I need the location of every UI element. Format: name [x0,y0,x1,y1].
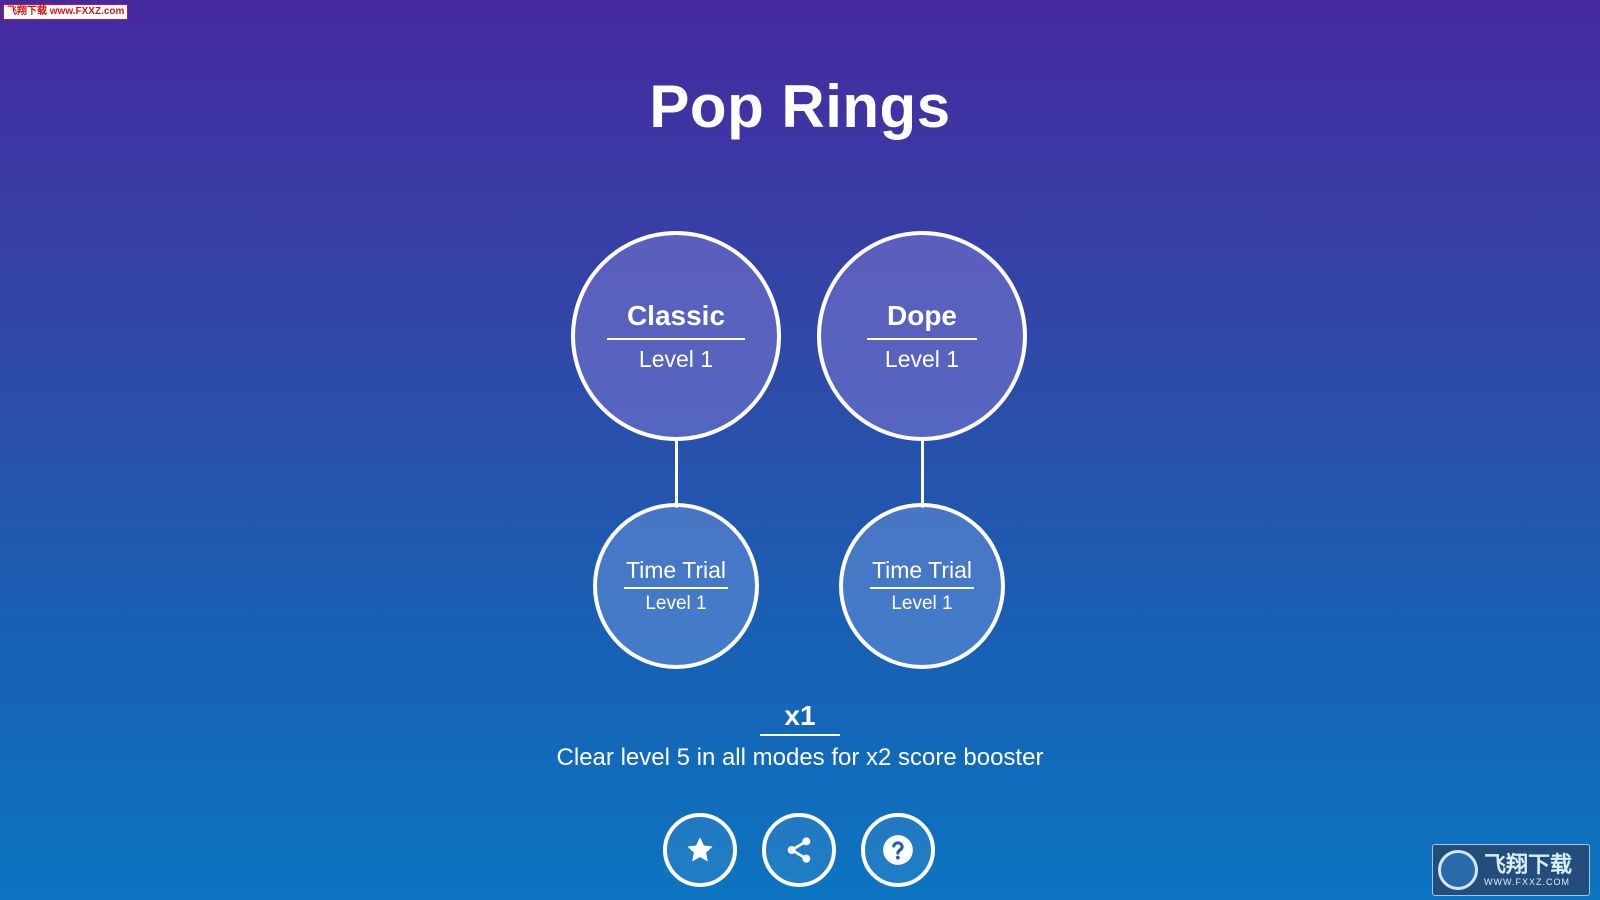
mode-dope-button[interactable]: Dope Level 1 [817,231,1027,441]
share-button[interactable] [762,813,836,887]
mode-dope-level: Level 1 [884,345,960,372]
star-icon [684,834,716,866]
mode-classic-time-trial-name: Time Trial [623,557,729,589]
connector-dope [921,438,924,508]
game-title: Pop Rings [649,73,951,140]
watermark-logo-icon [1438,850,1478,890]
mode-dope-time-trial-name: Time Trial [869,557,975,589]
watermark-bottom: 飞翔下载 WWW.FXXZ.COM [1432,844,1590,896]
booster-message: Clear level 5 in all modes for x2 score … [556,744,1044,771]
share-icon [783,834,815,866]
watermark-url-text: WWW.FXXZ.COM [1484,877,1570,887]
mode-classic-time-trial-level: Level 1 [645,593,707,614]
mode-classic-time-trial-button[interactable]: Time Trial Level 1 [593,503,759,669]
score-multiplier: x1 [760,700,840,736]
watermark-cn-text: 飞翔下载 [1484,852,1573,877]
mode-classic-button[interactable]: Classic Level 1 [571,231,781,441]
mode-classic-name: Classic [606,300,746,340]
watermark-top: 飞翔下载 www.FXXZ.com [3,4,129,20]
score-booster: x1 Clear level 5 in all modes for x2 sco… [0,700,1600,772]
connector-classic [675,438,678,508]
mode-dope-time-trial-level: Level 1 [891,593,953,614]
mode-dope-time-trial-button[interactable]: Time Trial Level 1 [839,503,1005,669]
help-button[interactable] [861,813,935,887]
mode-classic-level: Level 1 [638,345,714,372]
help-icon [881,833,915,867]
mode-dope-name: Dope [867,300,977,340]
rate-button[interactable] [663,813,737,887]
